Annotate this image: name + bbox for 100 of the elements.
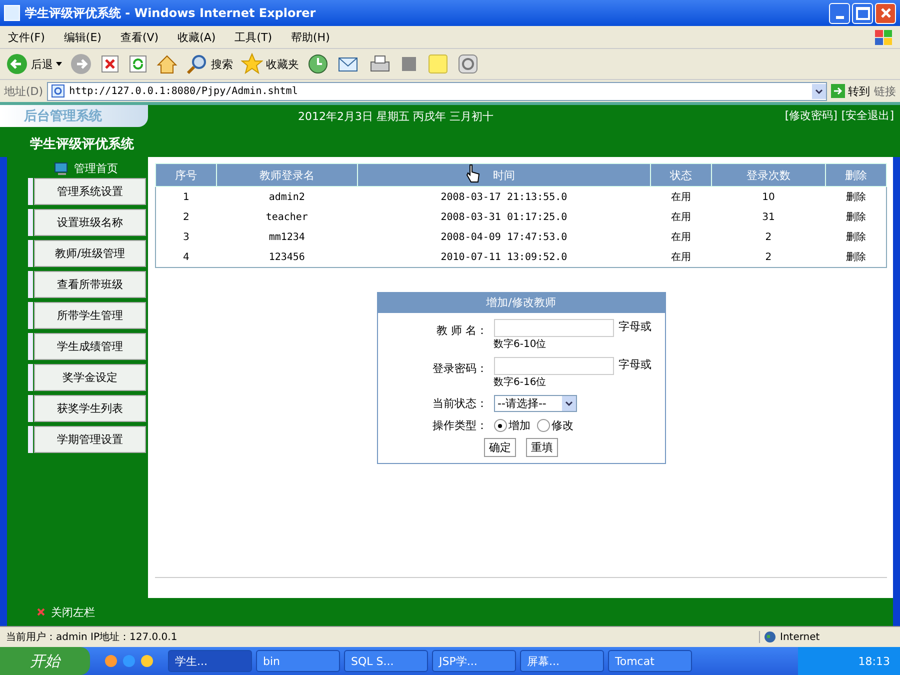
delete-link[interactable]: 删除 [826,186,886,207]
table-cell: 10 [711,186,826,207]
column-header: 删除 [826,164,886,186]
sidebar-item[interactable]: 所带学生管理 [34,302,146,329]
table-cell: 在用 [650,247,712,268]
taskbar-button[interactable]: Tomcat [608,650,692,672]
forward-icon[interactable] [70,53,92,75]
input-field[interactable] [494,319,614,337]
table-cell: 1 [156,186,216,207]
taskbar-button[interactable]: JSP学... [432,650,516,672]
sidebar-item-marker [28,271,33,298]
table-cell-text: 在用 [670,211,692,225]
status-text: 当前用户：admin IP地址：127.0.0.1 [6,630,178,644]
column-header: 登录次数 [711,164,826,186]
links-label[interactable]: 链接 [874,84,896,98]
sidebar-item[interactable]: 管理系统设置 [34,178,146,205]
form-button[interactable]: 确定 [484,438,516,457]
printer-icon[interactable] [369,54,391,74]
table-cell-text: 2 [764,230,773,244]
column-header: 状态 [650,164,712,186]
quick-launch-icon[interactable] [140,654,154,668]
sidebar-item[interactable]: 学生成绩管理 [34,333,146,360]
radio-button[interactable] [536,419,550,432]
taskbar-button[interactable]: SQL S... [344,650,428,672]
table-cell: 2 [156,207,216,227]
home-link[interactable]: 管理首页 [74,161,118,176]
history-icon[interactable] [307,53,329,75]
window-title: 学生评级评优系统 - Windows Internet Explorer [25,4,317,22]
delete-link[interactable]: 删除 [826,207,886,227]
table-cell: 123456 [216,247,358,268]
sidebar-item-marker [28,178,33,205]
favorites-button[interactable]: 收藏夹 [241,53,299,75]
table-cell-text: mm1234 [268,230,306,244]
zone-text: Internet [780,632,820,642]
windows-logo-icon [875,30,892,44]
quick-launch-icon[interactable] [104,654,118,668]
home-icon[interactable] [156,54,178,74]
stop-icon[interactable] [100,54,120,74]
search-icon [186,53,208,75]
page-icon [51,84,66,98]
taskbar-button[interactable]: 学生... [168,650,252,672]
header-link[interactable]: [安全退出] [841,108,894,154]
hint-text: 字母或 [618,357,652,373]
sidebar-item[interactable]: 奖学金设定 [34,364,146,391]
table-cell-text: 2008-03-31 01:17:25.0 [440,210,568,224]
refresh-icon[interactable] [128,54,148,74]
address-field[interactable]: http://127.0.0.1:8080/Pjpy/Admin.shtml [47,82,827,100]
search-button[interactable]: 搜索 [186,53,233,75]
form-title: 增加/修改教师 [378,293,664,313]
table-cell: 2 [711,247,826,268]
close-icon [37,608,45,616]
field-label: 登录密码： [432,361,488,377]
table-cell-text: 2008-04-09 17:47:53.0 [440,230,568,244]
table-cell: 4 [156,247,216,268]
status-select[interactable]: --请选择-- [494,395,576,412]
header-link[interactable]: [修改密码] [784,108,838,154]
radio-label[interactable]: 修改 [552,418,574,433]
address-label: 地址(D) [4,84,44,98]
hint-text: 数字6-10位 [494,338,548,351]
menu-item[interactable]: 编辑(E) [64,30,102,44]
radio-label[interactable]: 增加 [508,418,530,433]
start-button[interactable]: 开始 [0,647,90,675]
taskbar-button[interactable]: bin [256,650,340,672]
field-label: 教 师 名： [436,323,488,339]
menu-item[interactable]: 收藏(A) [178,30,216,44]
input-field[interactable] [494,357,614,375]
sidebar-item[interactable]: 教师/班级管理 [34,240,146,267]
field-label: 当前状态： [432,396,488,411]
form-button[interactable]: 重填 [526,438,558,457]
close-button[interactable] [875,2,896,24]
sidebar-item[interactable]: 学期管理设置 [34,426,146,453]
menu-item[interactable]: 帮助(H) [291,30,330,44]
back-button[interactable]: 后退 [6,53,62,75]
table-cell-text: teacher [264,210,309,224]
taskbar-button[interactable]: 屏幕... [520,650,604,672]
sidebar-item-marker [28,240,33,267]
table-cell: 2008-03-17 21:13:55.0 [357,186,650,207]
menu-item[interactable]: 文件(F) [8,30,45,44]
sidebar-item[interactable]: 获奖学生列表 [34,395,146,422]
sidebar-item-marker [28,426,33,453]
sidebar-item-marker [28,395,33,422]
menu-item[interactable]: 工具(T) [234,30,272,44]
close-sidebar-link[interactable]: 关闭左栏 [51,604,95,620]
table-cell-text: 在用 [670,231,692,245]
delete-link[interactable]: 删除 [826,247,886,268]
sidebar-item-marker [28,364,33,391]
minimize-button[interactable] [829,2,850,24]
star-icon [241,53,263,75]
sidebar-item[interactable]: 设置班级名称 [34,209,146,236]
go-button[interactable]: 转到 [831,84,870,98]
maximize-button[interactable] [852,2,873,24]
delete-link[interactable]: 删除 [826,227,886,247]
globe-icon [764,631,776,643]
hand-cursor-icon [466,164,480,184]
radio-button[interactable] [494,419,506,432]
sidebar-item[interactable]: 查看所带班级 [34,271,146,298]
date-text: 2012年2月3日 星期五 丙戌年 三月初十 [298,109,494,124]
system-title: 学生评级评优系统 [29,136,135,154]
menu-item[interactable]: 查看(V) [120,30,159,44]
column-header: 时间 [357,164,650,186]
